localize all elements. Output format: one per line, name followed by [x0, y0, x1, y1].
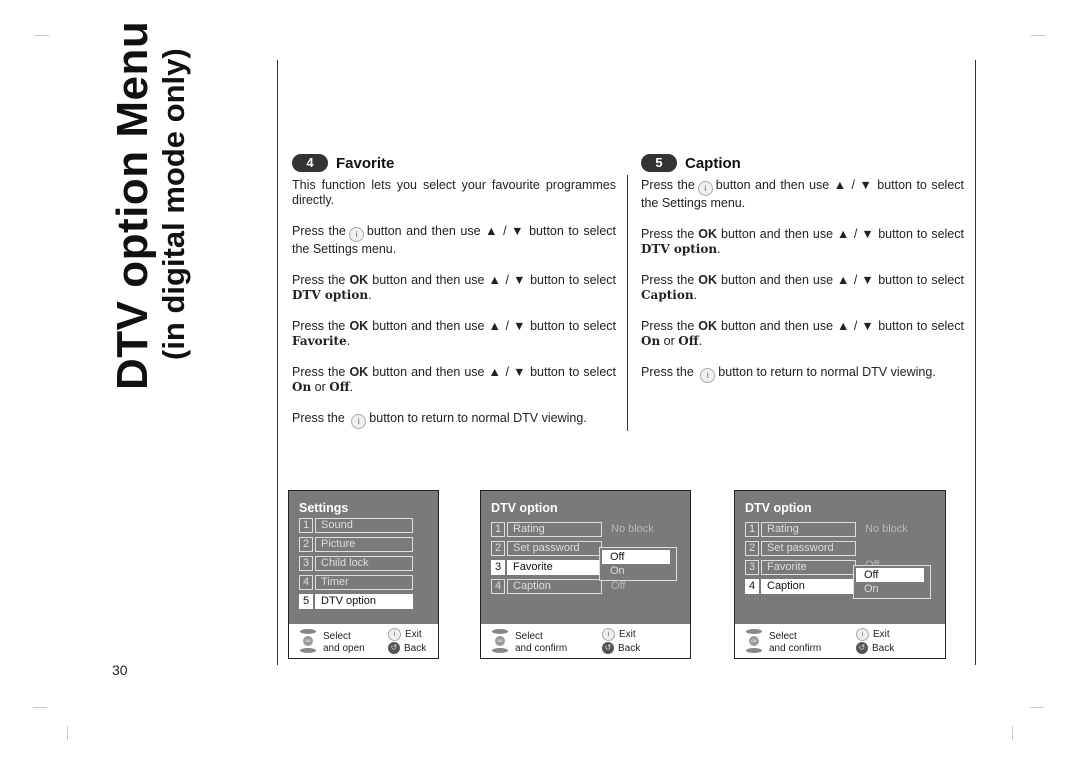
osd-settings-menu: Settings 1 Sound 2 Picture 3 Child lock 4 Ti…	[288, 490, 439, 659]
section-title: Caption	[685, 154, 741, 172]
instruction-step: Press the i button and then use ▲ / ▼ butt…	[292, 224, 616, 256]
back-hint: ↺ Back	[602, 642, 640, 654]
crop-mark	[1012, 726, 1013, 740]
instruction-step: Press the OK button and then use ▲ / ▼ b…	[292, 319, 616, 348]
menu-item-child-lock[interactable]: 3 Child lock	[299, 556, 413, 571]
back-icon: ↺	[602, 642, 614, 654]
info-button-icon: i	[700, 368, 716, 383]
section-favorite: 4 Favorite This function lets you select…	[292, 154, 616, 445]
crop-mark	[35, 35, 49, 36]
option-on[interactable]: On	[854, 582, 930, 596]
back-hint: ↺ Back	[388, 642, 426, 654]
exit-hint: i Exit	[856, 628, 890, 641]
exit-hint: i Exit	[602, 628, 636, 641]
info-icon: i	[602, 628, 615, 641]
select-hint: Select and confirm	[769, 631, 822, 654]
left-rule	[277, 60, 278, 665]
menu-item-sound[interactable]: 1 Sound	[299, 518, 413, 533]
instruction-step: Press the OK button and then use ▲ / ▼ b…	[641, 227, 964, 256]
info-button-icon: i	[697, 181, 713, 196]
section-title: Favorite	[336, 154, 395, 172]
osd-dtv-option-caption: DTV option 1 Rating No block 2 Set passwor…	[734, 490, 946, 659]
instruction-step: Press the i button and then use ▲ / ▼ butt…	[641, 178, 964, 210]
option-off[interactable]: Off	[856, 568, 924, 582]
select-hint: Select and open	[323, 631, 365, 654]
menu-item-caption[interactable]: 4 Caption	[745, 579, 856, 594]
osd-title: Settings	[299, 501, 349, 515]
info-button-icon: i	[351, 414, 367, 429]
title-sub: (in digital mode only)	[156, 48, 191, 360]
instruction-step: Press the i button to return to normal DT…	[641, 365, 964, 383]
instruction-step: Press the OK button and then use ▲ / ▼ b…	[292, 365, 616, 394]
osd-title: DTV option	[745, 501, 812, 515]
on-off-popup: Off On	[599, 547, 677, 581]
step-badge: 5	[641, 154, 677, 172]
osd-dtv-option-favorite: DTV option 1 Rating No block 2 Set passwor…	[480, 490, 691, 659]
caption-value: Off	[611, 580, 626, 592]
crop-mark	[1030, 707, 1044, 708]
osd-title: DTV option	[491, 501, 558, 515]
option-off[interactable]: Off	[602, 550, 670, 564]
crop-mark	[33, 707, 47, 708]
rating-value: No block	[865, 523, 908, 535]
rating-value: No block	[611, 523, 654, 535]
menu-item-rating[interactable]: 1 Rating	[491, 522, 602, 537]
crop-mark	[67, 726, 68, 740]
nav-ok-icon: OK	[745, 629, 763, 653]
section-caption: 5 Caption Press the i button and then use …	[641, 154, 964, 399]
nav-ok-icon: OK	[491, 629, 509, 653]
menu-item-timer[interactable]: 4 Timer	[299, 575, 413, 590]
nav-ok-icon: OK	[299, 629, 317, 653]
menu-item-picture[interactable]: 2 Picture	[299, 537, 413, 552]
info-icon: i	[856, 628, 869, 641]
page-number: 30	[112, 662, 128, 678]
title-main: DTV option Menu	[108, 20, 157, 390]
instruction-step: Press the OK button and then use ▲ / ▼ b…	[641, 319, 964, 348]
back-icon: ↺	[856, 642, 868, 654]
instruction-step: Press the i button to return to normal DT…	[292, 411, 616, 429]
page-title: DTV option Menu (in digital mode only)	[104, 21, 194, 390]
osd-footer: OK Select and open i Exit ↺ Back	[289, 624, 438, 658]
right-rule	[975, 60, 976, 665]
instruction-step: Press the OK button and then use ▲ / ▼ b…	[641, 273, 964, 302]
back-icon: ↺	[388, 642, 400, 654]
menu-item-set-password[interactable]: 2 Set password	[745, 541, 856, 556]
center-rule	[627, 175, 628, 431]
menu-item-rating[interactable]: 1 Rating	[745, 522, 856, 537]
on-off-popup: Off On	[853, 565, 931, 599]
menu-item-favorite[interactable]: 3 Favorite	[491, 560, 602, 575]
menu-item-caption[interactable]: 4 Caption	[491, 579, 602, 594]
info-icon: i	[388, 628, 401, 641]
info-button-icon: i	[348, 227, 364, 242]
menu-item-set-password[interactable]: 2 Set password	[491, 541, 602, 556]
menu-item-favorite[interactable]: 3 Favorite	[745, 560, 856, 575]
osd-footer: OK Select and confirm i Exit ↺ Back	[735, 624, 945, 658]
crop-mark	[1031, 35, 1045, 36]
back-hint: ↺ Back	[856, 642, 894, 654]
instruction-step: Press the OK button and then use ▲ / ▼ b…	[292, 273, 616, 302]
osd-footer: OK Select and confirm i Exit ↺ Back	[481, 624, 690, 658]
exit-hint: i Exit	[388, 628, 422, 641]
select-hint: Select and confirm	[515, 631, 568, 654]
option-on[interactable]: On	[600, 564, 676, 578]
section-intro: This function lets you select your favou…	[292, 178, 616, 207]
step-badge: 4	[292, 154, 328, 172]
menu-item-dtv-option[interactable]: 5 DTV option	[299, 594, 413, 609]
